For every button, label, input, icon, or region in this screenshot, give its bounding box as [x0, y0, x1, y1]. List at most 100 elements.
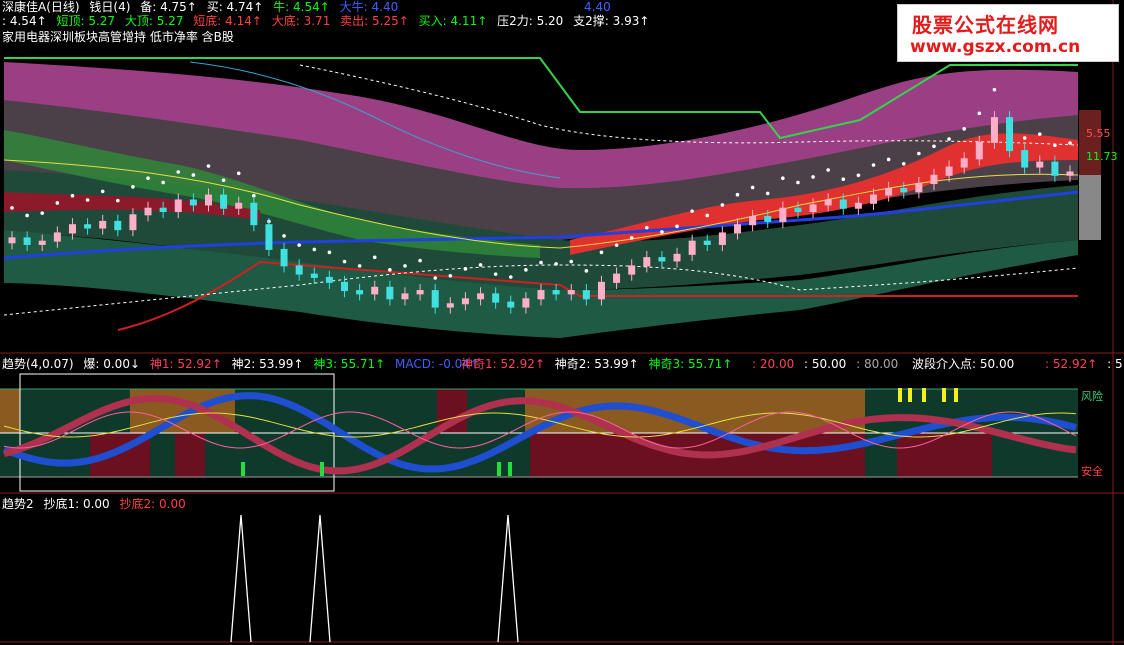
- sar-dot: [705, 213, 710, 218]
- signal-bar-green: [320, 462, 324, 476]
- candle-body: [1066, 171, 1074, 176]
- candle-body: [900, 187, 908, 193]
- candle-body: [1036, 161, 1044, 168]
- sar-dot: [25, 213, 29, 218]
- indicator-header-2: 神奇1: 52.92↑ 神奇2: 53.99↑ 神奇3: 55.71↑: [461, 357, 738, 371]
- ind-shen3: 神3: 55.71↑: [313, 357, 386, 371]
- candle-body: [325, 276, 333, 283]
- candle-body: [567, 290, 575, 295]
- candle-body: [386, 286, 394, 300]
- candle-body: [114, 220, 122, 231]
- sar-dot: [539, 260, 543, 265]
- sar-dot: [206, 164, 211, 168]
- candle-body: [507, 301, 515, 308]
- candle-body: [552, 290, 560, 295]
- ind-bao: 爆: 0.00↓: [83, 357, 141, 371]
- candle-body: [461, 298, 469, 305]
- sar-dot: [131, 185, 135, 189]
- sar-dot: [191, 173, 196, 177]
- sar-dot: [1068, 141, 1072, 145]
- sar-dot: [116, 198, 120, 203]
- ind-right1: : 52.92↑: [1045, 357, 1098, 371]
- sar-dot: [886, 157, 891, 162]
- sar-dot: [660, 230, 664, 234]
- candle-body: [522, 298, 530, 308]
- candle-body: [356, 290, 364, 295]
- ind-shen2: 神2: 53.99↑: [231, 357, 304, 371]
- sar-dot: [841, 177, 846, 182]
- sar-dot: [85, 198, 90, 202]
- sar-dot: [70, 193, 75, 198]
- sar-dot: [146, 176, 150, 181]
- candle-body: [99, 220, 107, 229]
- candle-body: [930, 174, 938, 185]
- candle-body: [990, 117, 998, 143]
- candle-body: [477, 293, 485, 300]
- sar-dot: [448, 273, 453, 278]
- sar-dot: [176, 170, 181, 174]
- sar-dot: [675, 224, 679, 229]
- sar-dot: [962, 127, 966, 131]
- sar-dot: [599, 250, 604, 255]
- sar-dot: [811, 175, 815, 179]
- bottom-chaodi1: 抄底1: 0.00: [43, 497, 110, 511]
- sar-dot: [403, 264, 407, 268]
- candle-body: [371, 286, 379, 295]
- sar-dot: [327, 250, 332, 255]
- indicator-header-4: 波段介入点: 50.00: [912, 357, 1020, 371]
- candle-body: [1051, 161, 1059, 176]
- candle-body: [492, 293, 500, 303]
- axis-label-pct: 11.73: [1086, 150, 1118, 163]
- ind-level80: : 80.00: [856, 357, 899, 371]
- axis-label-price: 5.55: [1086, 127, 1111, 140]
- candle-body: [703, 240, 711, 245]
- candle-body: [975, 141, 983, 160]
- ind-right2: : 5: [1107, 357, 1123, 371]
- candle-body: [235, 202, 243, 209]
- candle-body: [68, 224, 76, 234]
- sar-dot: [433, 276, 438, 280]
- candle-body: [658, 257, 666, 262]
- candle-body: [189, 199, 197, 206]
- candle-body: [220, 194, 228, 209]
- sar-dot: [720, 203, 725, 207]
- bottom-chaodi2: 抄底2: 0.00: [119, 497, 186, 511]
- sar-dot: [796, 180, 800, 185]
- price-chart: [0, 0, 1124, 645]
- ind-level20: : 20.00: [752, 357, 795, 371]
- sar-dot: [781, 176, 785, 181]
- candle-body: [23, 237, 31, 245]
- candle-body: [628, 265, 636, 275]
- candle-body: [779, 207, 787, 222]
- risk-label: 风险: [1081, 390, 1103, 403]
- candle-body: [280, 248, 288, 267]
- right-red-panel: [1079, 110, 1101, 175]
- signal-bar-yellow: [954, 388, 958, 402]
- candle-body: [265, 224, 273, 250]
- sar-dot: [357, 264, 362, 268]
- candle-body: [870, 194, 878, 204]
- candle-body: [174, 199, 182, 213]
- candle-body: [915, 183, 923, 193]
- signal-bar-yellow: [908, 388, 912, 402]
- sar-dot: [1037, 132, 1042, 136]
- indicator-header: 趋势(4,0.07) 爆: 0.00↓ 神1: 52.92↑ 神2: 53.99…: [2, 357, 486, 371]
- candle-body: [718, 232, 726, 245]
- sar-dot: [992, 87, 997, 92]
- sar-dot: [1022, 136, 1027, 140]
- signal-bar-yellow: [942, 388, 946, 402]
- sar-dot: [735, 192, 740, 197]
- candle-body: [688, 240, 696, 255]
- sar-dot: [584, 269, 589, 273]
- ind-level50: : 50.00: [804, 357, 847, 371]
- candle-body: [597, 281, 605, 300]
- sar-dot: [614, 243, 619, 247]
- candle-body: [749, 215, 757, 226]
- sar-dot: [236, 171, 241, 176]
- sar-dot: [372, 255, 377, 260]
- candle-body: [416, 290, 424, 295]
- candle-body: [401, 293, 409, 300]
- candle-body: [144, 207, 152, 216]
- sar-dot: [10, 206, 14, 210]
- bottom-trend2: 趋势2: [2, 497, 34, 511]
